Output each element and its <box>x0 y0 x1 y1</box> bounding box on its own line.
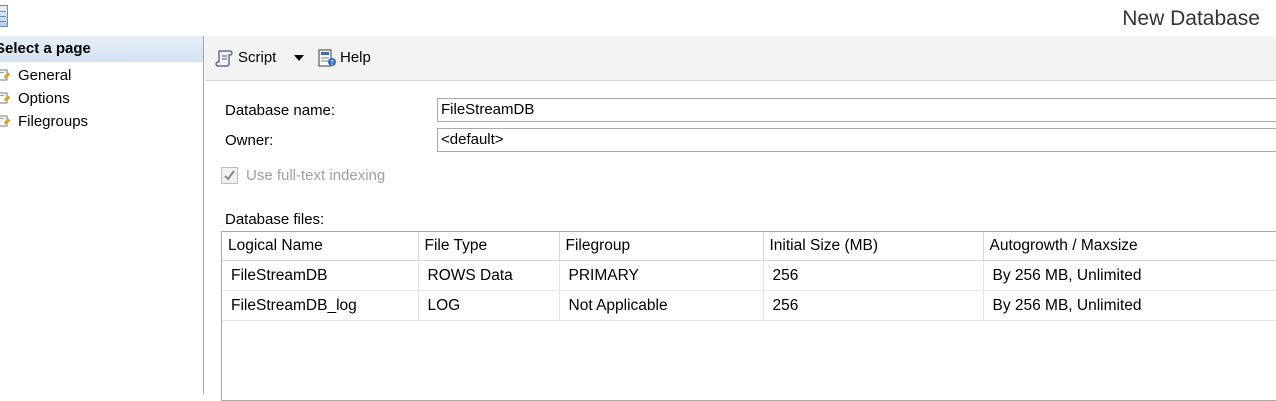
help-button-label: Help <box>340 49 371 66</box>
column-header-autogrowth[interactable]: Autogrowth / Maxsize <box>983 232 1276 261</box>
column-header-file-type[interactable]: File Type <box>418 232 560 261</box>
cell-logical-name[interactable]: FileStreamDB_log <box>222 290 419 321</box>
cell-filegroup[interactable]: Not Applicable <box>559 290 764 321</box>
table-row[interactable]: FileStreamDB_log LOG Not Applicable 256 … <box>222 290 1276 321</box>
database-files-grid: Logical Name File Type Filegroup Initial… <box>221 231 1276 401</box>
owner-label: Owner: <box>225 132 274 149</box>
column-header-initial-size[interactable]: Initial Size (MB) <box>763 232 984 261</box>
database-window-icon <box>0 5 8 27</box>
cell-autogrowth[interactable]: By 256 MB, Unlimited <box>983 290 1276 321</box>
column-header-logical-name[interactable]: Logical Name <box>222 232 419 261</box>
select-page-header: Select a page <box>0 36 203 62</box>
page-wrench-icon <box>0 92 11 104</box>
owner-input[interactable]: <default> <box>437 128 1276 152</box>
script-button[interactable]: Script <box>215 46 276 70</box>
grid-header-row: Logical Name File Type Filegroup Initial… <box>222 232 1276 261</box>
cell-logical-name[interactable]: FileStreamDB <box>222 260 419 291</box>
general-page-pane: Script ? Help Database name: FileStreamD… <box>205 36 1276 401</box>
page-list: General Options Filegroups <box>0 62 203 133</box>
database-name-label: Database name: <box>225 102 336 119</box>
page-wrench-icon <box>0 69 11 81</box>
script-dropdown-button[interactable] <box>293 46 307 70</box>
nav-item-label: General <box>18 67 72 84</box>
nav-item-label: Options <box>18 90 70 107</box>
database-files-label: Database files: <box>225 211 325 228</box>
fulltext-indexing-row: Use full-text indexing <box>221 167 385 184</box>
nav-item-options[interactable]: Options <box>0 87 203 110</box>
nav-item-general[interactable]: General <box>0 64 203 87</box>
checkmark-icon <box>224 170 235 181</box>
cell-filegroup[interactable]: PRIMARY <box>559 260 764 291</box>
cell-autogrowth[interactable]: By 256 MB, Unlimited <box>983 260 1276 291</box>
help-icon: ? <box>318 49 336 67</box>
script-icon <box>215 50 233 67</box>
cell-initial-size[interactable]: 256 <box>763 260 984 291</box>
window-title: New Database <box>1122 7 1260 30</box>
help-button[interactable]: ? Help <box>317 46 371 70</box>
cell-initial-size[interactable]: 256 <box>763 290 984 321</box>
nav-item-filegroups[interactable]: Filegroups <box>0 110 203 133</box>
cell-file-type[interactable]: LOG <box>418 290 560 321</box>
page-wrench-icon <box>0 115 11 127</box>
fulltext-indexing-checkbox[interactable] <box>221 167 238 184</box>
svg-text:?: ? <box>330 59 334 67</box>
fulltext-indexing-label: Use full-text indexing <box>246 167 386 184</box>
cell-file-type[interactable]: ROWS Data <box>418 260 560 291</box>
chevron-down-icon <box>294 55 304 61</box>
script-button-label: Script <box>238 49 277 66</box>
title-bar: New Database <box>0 0 1276 36</box>
toolbar: Script ? Help <box>205 36 1276 81</box>
table-row[interactable]: FileStreamDB ROWS Data PRIMARY 256 By 25… <box>222 260 1276 291</box>
database-name-input[interactable]: FileStreamDB <box>437 98 1276 122</box>
nav-item-label: Filegroups <box>18 113 89 130</box>
column-header-filegroup[interactable]: Filegroup <box>559 232 764 261</box>
page-selector-pane: Select a page General Options Filegroups <box>0 36 204 394</box>
